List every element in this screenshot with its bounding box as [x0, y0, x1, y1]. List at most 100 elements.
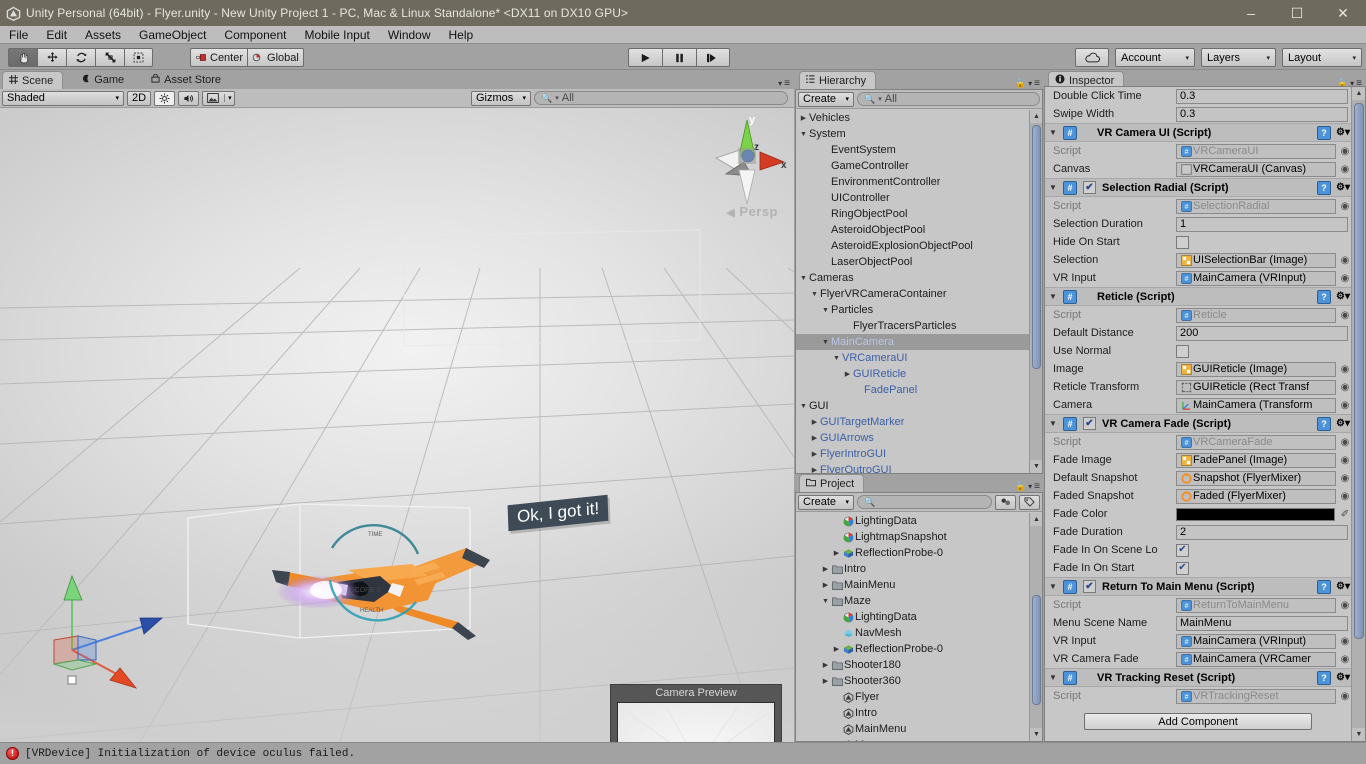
chevron-right-icon[interactable]: ▶ [809, 434, 820, 442]
inspector-checkbox[interactable] [1176, 344, 1189, 358]
chevron-right-icon[interactable]: ▶ [820, 565, 831, 573]
inspector-object-field[interactable]: GUIReticle (Image) [1176, 361, 1336, 377]
scale-tool-button[interactable] [95, 48, 124, 67]
menu-window[interactable]: Window [379, 26, 440, 44]
object-picker-icon[interactable]: ◉ [1339, 654, 1351, 665]
inspector-component-header[interactable]: ▼ # ✔ VR Camera Fade (Script)? ⚙▾ [1045, 414, 1351, 433]
object-picker-icon[interactable]: ◉ [1339, 491, 1351, 502]
project-search-input[interactable]: 🔍 [857, 495, 992, 509]
menu-help[interactable]: Help [440, 26, 483, 44]
inspector-object-field[interactable]: # ReturnToMainMenu [1176, 597, 1336, 613]
tab-scene[interactable]: Scene [2, 71, 64, 89]
hierarchy-item-particles[interactable]: ▼ Particles [796, 302, 1029, 318]
hierarchy-list[interactable]: ▶Vehicles▼System▶EventSystem▶GameControl… [796, 110, 1042, 473]
audio-toggle-button[interactable] [178, 90, 200, 106]
hierarchy-item-environmentcontroller[interactable]: ▶EnvironmentController [796, 174, 1029, 190]
inspector-checkbox[interactable]: ✔ [1176, 543, 1189, 557]
component-enabled-checkbox[interactable]: ✔ [1083, 181, 1096, 194]
step-button[interactable] [696, 48, 730, 67]
scene-view[interactable]: TIME SCORE 0 HEALTH Ok, I got it! y x z … [0, 108, 794, 742]
eyedropper-icon[interactable]: ✐ [1339, 509, 1351, 520]
component-enabled-checkbox[interactable]: ✔ [1083, 580, 1096, 593]
inspector-object-field[interactable]: MainCamera (Transform [1176, 397, 1336, 413]
chevron-down-icon[interactable]: ▼ [1049, 183, 1059, 192]
inspector-object-field[interactable]: GUIReticle (Rect Transf [1176, 379, 1336, 395]
hierarchy-create-button[interactable]: Create ▾ [798, 91, 854, 107]
project-item-reflectionprobe-0[interactable]: ▶ ReflectionProbe-0 [796, 545, 1029, 561]
chevron-right-icon[interactable]: ▶ [809, 418, 820, 426]
hierarchy-item-gui[interactable]: ▼ GUI [796, 398, 1029, 414]
chevron-right-icon[interactable]: ▶ [831, 549, 842, 557]
layers-button[interactable]: Layers ▾ [1201, 48, 1276, 67]
project-item-reflectionprobe-0[interactable]: ▶ ReflectionProbe-0 [796, 641, 1029, 657]
gear-icon[interactable]: ⚙▾ [1335, 291, 1351, 302]
add-component-button[interactable]: Add Component [1084, 713, 1312, 730]
hierarchy-item-uicontroller[interactable]: ▶UIController [796, 190, 1029, 206]
object-picker-icon[interactable]: ◉ [1339, 691, 1351, 702]
chevron-right-icon[interactable]: ▶ [820, 581, 831, 589]
inspector-object-field[interactable]: UISelectionBar (Image) [1176, 252, 1336, 268]
rotate-tool-button[interactable] [66, 48, 95, 67]
inspector-component-header[interactable]: ▼ # Reticle (Script)? ⚙▾ [1045, 287, 1351, 306]
help-icon[interactable]: ? [1317, 180, 1331, 195]
chevron-right-icon[interactable]: ▶ [842, 370, 853, 378]
chevron-down-icon[interactable]: ▼ [1049, 128, 1059, 137]
rect-tool-button[interactable] [124, 48, 153, 67]
close-button[interactable]: ✕ [1320, 0, 1366, 26]
object-picker-icon[interactable]: ◉ [1339, 437, 1351, 448]
chevron-right-icon[interactable]: ▶ [809, 466, 820, 473]
hierarchy-item-asteroidexplosionobjectpool[interactable]: ▶AsteroidExplosionObjectPool [796, 238, 1029, 254]
inspector-scrollbar[interactable]: ▲ ▼ [1351, 87, 1365, 741]
play-button[interactable] [628, 48, 662, 67]
inspector-text-field[interactable]: 0.3 [1176, 106, 1348, 122]
hierarchy-item-vehicles[interactable]: ▶ Vehicles [796, 110, 1029, 126]
hierarchy-item-maincamera[interactable]: ▼ MainCamera [796, 334, 1029, 350]
inspector-checkbox[interactable]: ✔ [1176, 561, 1189, 575]
project-item-intro[interactable]: ▶Intro [796, 705, 1029, 721]
inspector-object-field[interactable]: # MainCamera (VRCamer [1176, 651, 1336, 667]
chevron-down-icon[interactable]: ▼ [809, 291, 820, 298]
gear-icon[interactable]: ⚙▾ [1335, 182, 1351, 193]
chevron-down-icon[interactable]: ▼ [798, 131, 809, 138]
inspector-object-field[interactable]: # VRCameraUI [1176, 143, 1336, 159]
status-bar[interactable]: ! [VRDevice] Initialization of device oc… [0, 742, 1366, 764]
object-picker-icon[interactable]: ◉ [1339, 473, 1351, 484]
help-icon[interactable]: ? [1317, 125, 1331, 140]
cloud-button[interactable] [1075, 48, 1109, 67]
inspector-scroll-thumb[interactable] [1354, 103, 1364, 639]
object-picker-icon[interactable]: ◉ [1339, 201, 1351, 212]
menu-gameobject[interactable]: GameObject [130, 26, 215, 44]
layout-button[interactable]: Layout ▾ [1282, 48, 1362, 67]
gear-icon[interactable]: ⚙▾ [1335, 127, 1351, 138]
hierarchy-scroll-thumb[interactable] [1032, 125, 1041, 369]
project-item-intro[interactable]: ▶Intro [796, 561, 1029, 577]
hierarchy-item-guitargetmarker[interactable]: ▶ GUITargetMarker [796, 414, 1029, 430]
help-icon[interactable]: ? [1317, 579, 1331, 594]
inspector-object-field[interactable]: VRCameraUI (Canvas) [1176, 161, 1336, 177]
project-item-flyer[interactable]: ▶Flyer [796, 689, 1029, 705]
inspector-text-field[interactable]: 200 [1176, 325, 1348, 341]
draw-mode-dropdown[interactable]: Shaded ▾ [2, 90, 124, 106]
inspector-text-field[interactable]: 1 [1176, 216, 1348, 232]
inspector-component-header[interactable]: ▼ # ✔ Return To Main Menu (Script)? ⚙▾ [1045, 577, 1351, 596]
chevron-down-icon[interactable]: ▼ [798, 403, 809, 410]
component-enabled-checkbox[interactable]: ✔ [1083, 417, 1096, 430]
scroll-up-icon[interactable]: ▲ [1352, 87, 1365, 100]
pivot-mode-button[interactable]: Center [190, 48, 248, 67]
project-create-button[interactable]: Create ▾ [798, 494, 854, 510]
tab-game[interactable]: Game [75, 71, 133, 89]
inspector-object-field[interactable]: # Reticle [1176, 307, 1336, 323]
inspector-checkbox[interactable] [1176, 235, 1189, 249]
project-item-lightingdata[interactable]: ▶LightingData [796, 609, 1029, 625]
object-picker-icon[interactable]: ◉ [1339, 455, 1351, 466]
filter-by-type-button[interactable] [995, 494, 1016, 510]
chevron-right-icon[interactable]: ▶ [831, 645, 842, 653]
chevron-right-icon[interactable]: ▶ [820, 677, 831, 685]
account-button[interactable]: Account ▾ [1115, 48, 1195, 67]
menu-assets[interactable]: Assets [76, 26, 130, 44]
effects-toggle-button[interactable]: ▾ [202, 90, 235, 106]
object-picker-icon[interactable]: ◉ [1339, 310, 1351, 321]
tab-asset-store[interactable]: Asset Store [145, 71, 230, 89]
chevron-right-icon[interactable]: ▶ [798, 114, 809, 122]
hierarchy-item-flyertracersparticles[interactable]: ▶FlyerTracersParticles [796, 318, 1029, 334]
